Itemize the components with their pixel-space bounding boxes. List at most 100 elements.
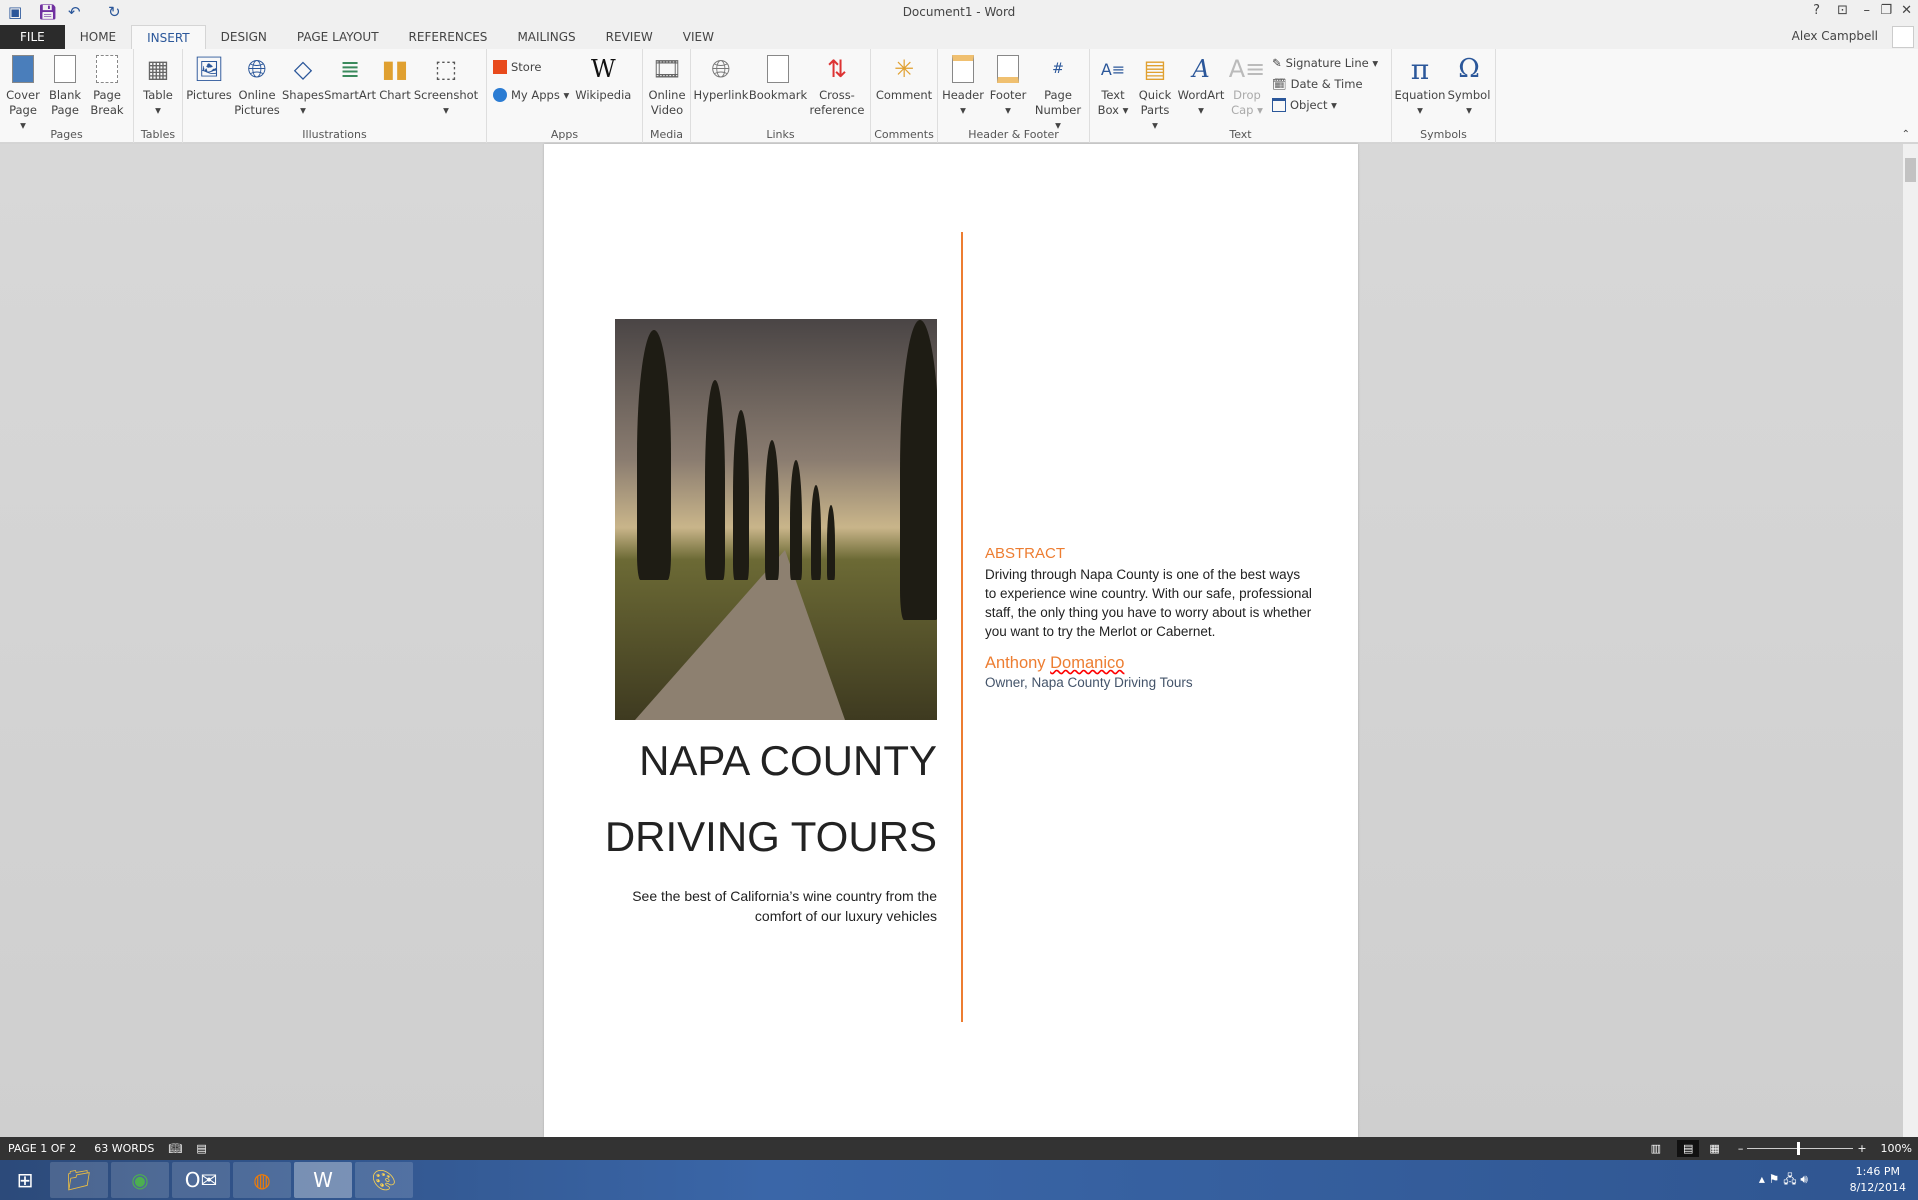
word-count[interactable]: 63 WORDS — [94, 1142, 154, 1155]
close-button[interactable]: ✕ — [1901, 3, 1912, 18]
taskbar: ⊞ 📁︎ ◉ O✉ ◍ W 🎨︎ ▴ ⚑ 🖧︎ 🔊︎ 1:46 PM 8/12/2… — [0, 1160, 1918, 1200]
group-pages: Cover Page ▾ Blank Page Page Break Pages — [0, 49, 134, 143]
label: Page Break — [90, 88, 124, 117]
date: 8/12/2014 — [1849, 1181, 1906, 1194]
zoom-slider[interactable] — [1747, 1142, 1854, 1155]
label: Cover Page ▾ — [6, 88, 40, 132]
label: Wikipedia — [575, 88, 632, 102]
group-illustrations: 🖼︎ Pictures 🌐︎ Online Pictures ◇ Shapes ▾ ≣… — [183, 49, 487, 143]
group-label: Media — [649, 128, 684, 141]
cover-page-icon — [12, 55, 34, 83]
firefox-icon[interactable]: ◍ — [233, 1162, 291, 1198]
group-apps: Store My Apps ▾ W Wikipedia Apps — [487, 49, 643, 143]
help-button[interactable]: ? — [1813, 3, 1820, 18]
outlook-icon[interactable]: O✉ — [172, 1162, 230, 1198]
author-first: Anthony — [985, 654, 1046, 672]
tab-page-layout[interactable]: PAGE LAYOUT — [282, 25, 394, 49]
minimize-button[interactable]: – — [1864, 3, 1871, 18]
zoom-in-button[interactable]: + — [1857, 1142, 1866, 1155]
scroll-thumb[interactable] — [1905, 158, 1916, 182]
page-count[interactable]: PAGE 1 OF 2 — [8, 1142, 76, 1155]
web-layout-icon[interactable]: ▦ — [1709, 1142, 1719, 1155]
shapes-icon: ◇ — [293, 54, 313, 83]
vertical-scrollbar[interactable] — [1903, 144, 1918, 1137]
collapse-ribbon-icon[interactable]: ⌃ — [1902, 129, 1910, 140]
chrome-icon[interactable]: ◉ — [111, 1162, 169, 1198]
word-icon[interactable]: W — [294, 1162, 352, 1198]
table-icon: ▦ — [146, 54, 170, 83]
wikipedia-icon: W — [590, 54, 616, 83]
store-button[interactable]: Store — [489, 57, 573, 77]
label: WordArt ▾ — [1177, 88, 1225, 117]
label: Online Video — [648, 88, 686, 117]
online-video-icon: 🎞︎ — [651, 54, 683, 83]
label: Store — [511, 60, 542, 74]
tab-file[interactable]: FILE — [0, 25, 65, 49]
tab-references[interactable]: REFERENCES — [394, 25, 503, 49]
group-label: Symbols — [1420, 128, 1467, 141]
object-button[interactable]: Object ▾ — [1268, 95, 1382, 115]
label: Symbol ▾ — [1447, 88, 1491, 117]
user-account[interactable]: Alex Campbell — [1792, 29, 1878, 43]
read-mode-icon[interactable]: ▥ — [1651, 1142, 1661, 1155]
my-apps-icon — [493, 88, 507, 102]
label: Hyperlink — [693, 88, 749, 102]
group-label: Comments — [874, 128, 934, 141]
group-media: 🎞︎ Online Video Media — [643, 49, 691, 143]
page-number-icon: # — [1052, 60, 1064, 77]
window-title: Document1 - Word — [902, 5, 1016, 19]
cross-reference-icon: ⇅ — [826, 54, 848, 83]
group-label: Pages — [50, 128, 83, 141]
document-subtitle: See the best of California’s wine countr… — [632, 888, 937, 924]
time: 1:46 PM — [1855, 1165, 1900, 1178]
windows-start-icon[interactable]: ⊞ — [3, 1162, 47, 1198]
group-label: Apps — [550, 128, 579, 141]
zoom-out-button[interactable]: – — [1738, 1142, 1744, 1155]
tab-home[interactable]: HOME — [65, 25, 131, 49]
my-apps-button[interactable]: My Apps ▾ — [489, 85, 573, 105]
label: Quick Parts ▾ — [1138, 88, 1172, 132]
tab-insert[interactable]: INSERT — [131, 25, 206, 49]
tab-design[interactable]: DESIGN — [206, 25, 282, 49]
file-explorer-icon[interactable]: 📁︎ — [50, 1162, 108, 1198]
date-time-button[interactable]: 🗓︎ Date & Time — [1268, 74, 1382, 94]
label: Blank Page — [48, 88, 82, 117]
store-icon — [493, 60, 507, 74]
signature-line-icon: ✎ — [1272, 56, 1282, 70]
label: Drop Cap ▾ — [1231, 88, 1263, 117]
ribbon-display-options-icon[interactable]: ⊡ — [1837, 3, 1848, 18]
label: Bookmark — [748, 88, 808, 102]
document-page[interactable]: NAPA COUNTY DRIVING TOURS See the best o… — [544, 144, 1358, 1137]
comment-icon: ✳ — [893, 54, 915, 83]
tab-review[interactable]: REVIEW — [591, 25, 668, 49]
group-symbols: π Equation ▾ Ω Symbol ▾ Symbols — [1392, 49, 1496, 143]
group-label: Tables — [140, 128, 176, 141]
clock[interactable]: 1:46 PM 8/12/2014 — [1850, 1164, 1906, 1196]
group-comments: ✳ Comment Comments — [871, 49, 938, 143]
tab-view[interactable]: VIEW — [668, 25, 729, 49]
macro-icon[interactable]: ▤ — [196, 1142, 206, 1155]
label: Header ▾ — [942, 88, 984, 117]
tray-icons[interactable]: ▴ ⚑ 🖧︎ 🔊︎ — [1759, 1170, 1808, 1191]
label: Date & Time — [1290, 77, 1363, 91]
zoom-slider-thumb[interactable] — [1797, 1142, 1801, 1155]
abstract-heading: ABSTRACT — [985, 545, 1066, 562]
label: Equation ▾ — [1394, 88, 1446, 117]
page-break-icon — [96, 55, 118, 83]
paint-icon[interactable]: 🎨︎ — [355, 1162, 413, 1198]
document-title-line-2: DRIVING TOURS — [604, 813, 937, 860]
tab-mailings[interactable]: MAILINGS — [502, 25, 590, 49]
group-text: A≡ Text Box ▾ ▤ Quick Parts ▾ A WordArt ▾ A… — [1090, 49, 1392, 143]
author-role: Owner, Napa County Driving Tours — [985, 675, 1193, 690]
ribbon: Cover Page ▾ Blank Page Page Break Pages… — [0, 49, 1918, 143]
print-layout-icon[interactable]: ▤ — [1677, 1140, 1700, 1157]
abstract-section: ABSTRACT Driving through Napa County is … — [985, 545, 1315, 690]
avatar[interactable] — [1892, 26, 1914, 48]
signature-line-button[interactable]: ✎ Signature Line ▾ — [1268, 53, 1382, 73]
restore-button[interactable]: ❐ — [1880, 3, 1892, 18]
zoom-level[interactable]: 100% — [1881, 1142, 1912, 1155]
proofing-icon[interactable]: 📖︎ — [168, 1142, 182, 1155]
label: Signature Line ▾ — [1285, 56, 1379, 70]
pi-icon: π — [1410, 52, 1430, 86]
status-bar: PAGE 1 OF 2 63 WORDS 📖︎ ▤ ▥ ▤ ▦ – + 100% — [0, 1137, 1918, 1160]
